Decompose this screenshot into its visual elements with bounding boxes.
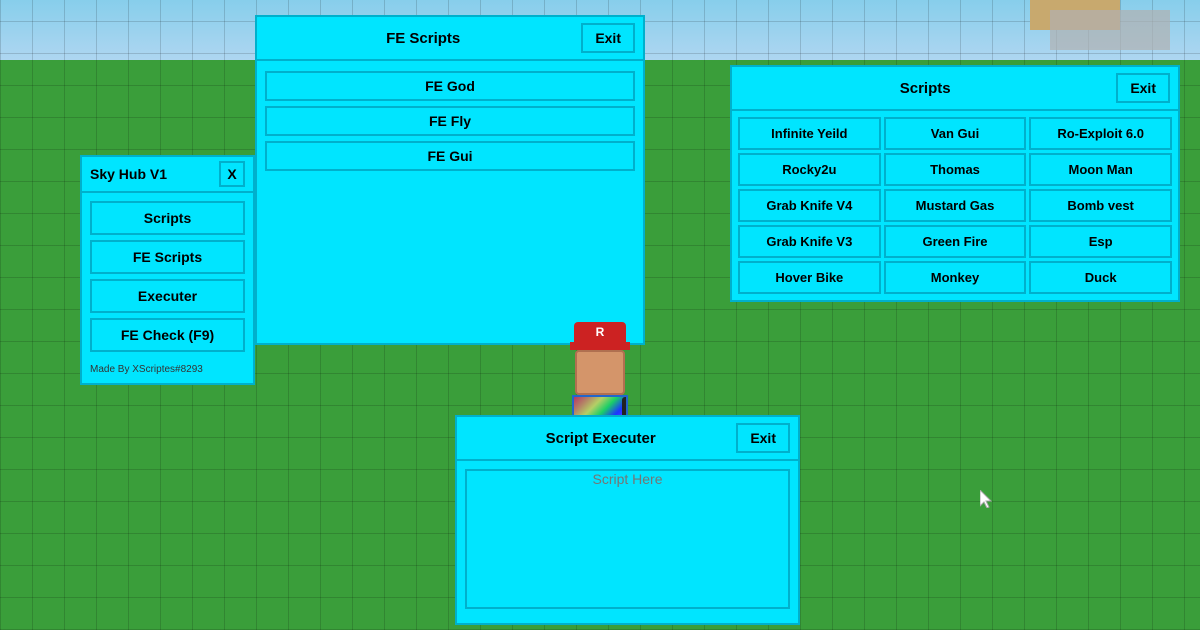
script-monkey[interactable]: Monkey	[884, 261, 1027, 294]
skyhub-panel: Sky Hub V1 X Scripts FE Scripts Executer…	[80, 155, 255, 385]
scripts-header: Scripts Exit	[732, 67, 1178, 111]
executer-textarea[interactable]	[467, 471, 788, 607]
fe-scripts-title: FE Scripts	[265, 30, 581, 47]
script-grab-knife-v3[interactable]: Grab Knife V3	[738, 225, 881, 258]
fe-scripts-buttons: FE God FE Fly FE Gui	[257, 61, 643, 181]
fe-scripts-header: FE Scripts Exit	[257, 17, 643, 61]
executer-exit-button[interactable]: Exit	[736, 423, 790, 453]
fe-god-button[interactable]: FE God	[265, 71, 635, 101]
hat-letter: R	[596, 325, 605, 339]
scripts-panel: Scripts Exit Infinite Yeild Van Gui Ro-E…	[730, 65, 1180, 302]
script-green-fire[interactable]: Green Fire	[884, 225, 1027, 258]
scripts-grid: Infinite Yeild Van Gui Ro-Exploit 6.0 Ro…	[732, 111, 1178, 300]
character-hat-brim	[570, 342, 630, 350]
executer-textarea-container	[465, 469, 790, 609]
scripts-nav-button[interactable]: Scripts	[90, 201, 245, 235]
script-grab-knife-v4[interactable]: Grab Knife V4	[738, 189, 881, 222]
building-gray	[1050, 10, 1170, 50]
script-ro-exploit[interactable]: Ro-Exploit 6.0	[1029, 117, 1172, 150]
skyhub-footer: Made By XScriptes#8293	[82, 360, 253, 375]
script-thomas[interactable]: Thomas	[884, 153, 1027, 186]
fe-scripts-exit-button[interactable]: Exit	[581, 23, 635, 53]
scripts-title: Scripts	[740, 80, 1110, 97]
fe-fly-button[interactable]: FE Fly	[265, 106, 635, 136]
skyhub-buttons: Scripts FE Scripts Executer FE Check (F9…	[82, 193, 253, 360]
skyhub-title: Sky Hub V1	[90, 166, 167, 182]
fe-check-nav-button[interactable]: FE Check (F9)	[90, 318, 245, 352]
skyhub-header: Sky Hub V1 X	[82, 157, 253, 193]
executer-header: Script Executer Exit	[457, 417, 798, 461]
fe-scripts-nav-button[interactable]: FE Scripts	[90, 240, 245, 274]
script-van-gui[interactable]: Van Gui	[884, 117, 1027, 150]
script-hover-bike[interactable]: Hover Bike	[738, 261, 881, 294]
script-rocky2u[interactable]: Rocky2u	[738, 153, 881, 186]
executer-panel: Script Executer Exit	[455, 415, 800, 625]
executer-title: Script Executer	[465, 430, 736, 447]
script-duck[interactable]: Duck	[1029, 261, 1172, 294]
skyhub-close-button[interactable]: X	[219, 161, 245, 187]
fe-scripts-panel: FE Scripts Exit FE God FE Fly FE Gui	[255, 15, 645, 345]
executer-nav-button[interactable]: Executer	[90, 279, 245, 313]
script-infinite-yeild[interactable]: Infinite Yeild	[738, 117, 881, 150]
character-hat: R	[574, 322, 626, 344]
fe-gui-button[interactable]: FE Gui	[265, 141, 635, 171]
script-mustard-gas[interactable]: Mustard Gas	[884, 189, 1027, 222]
script-bomb-vest[interactable]: Bomb vest	[1029, 189, 1172, 222]
scripts-exit-button[interactable]: Exit	[1116, 73, 1170, 103]
character-head	[575, 350, 625, 395]
script-esp[interactable]: Esp	[1029, 225, 1172, 258]
script-moon-man[interactable]: Moon Man	[1029, 153, 1172, 186]
